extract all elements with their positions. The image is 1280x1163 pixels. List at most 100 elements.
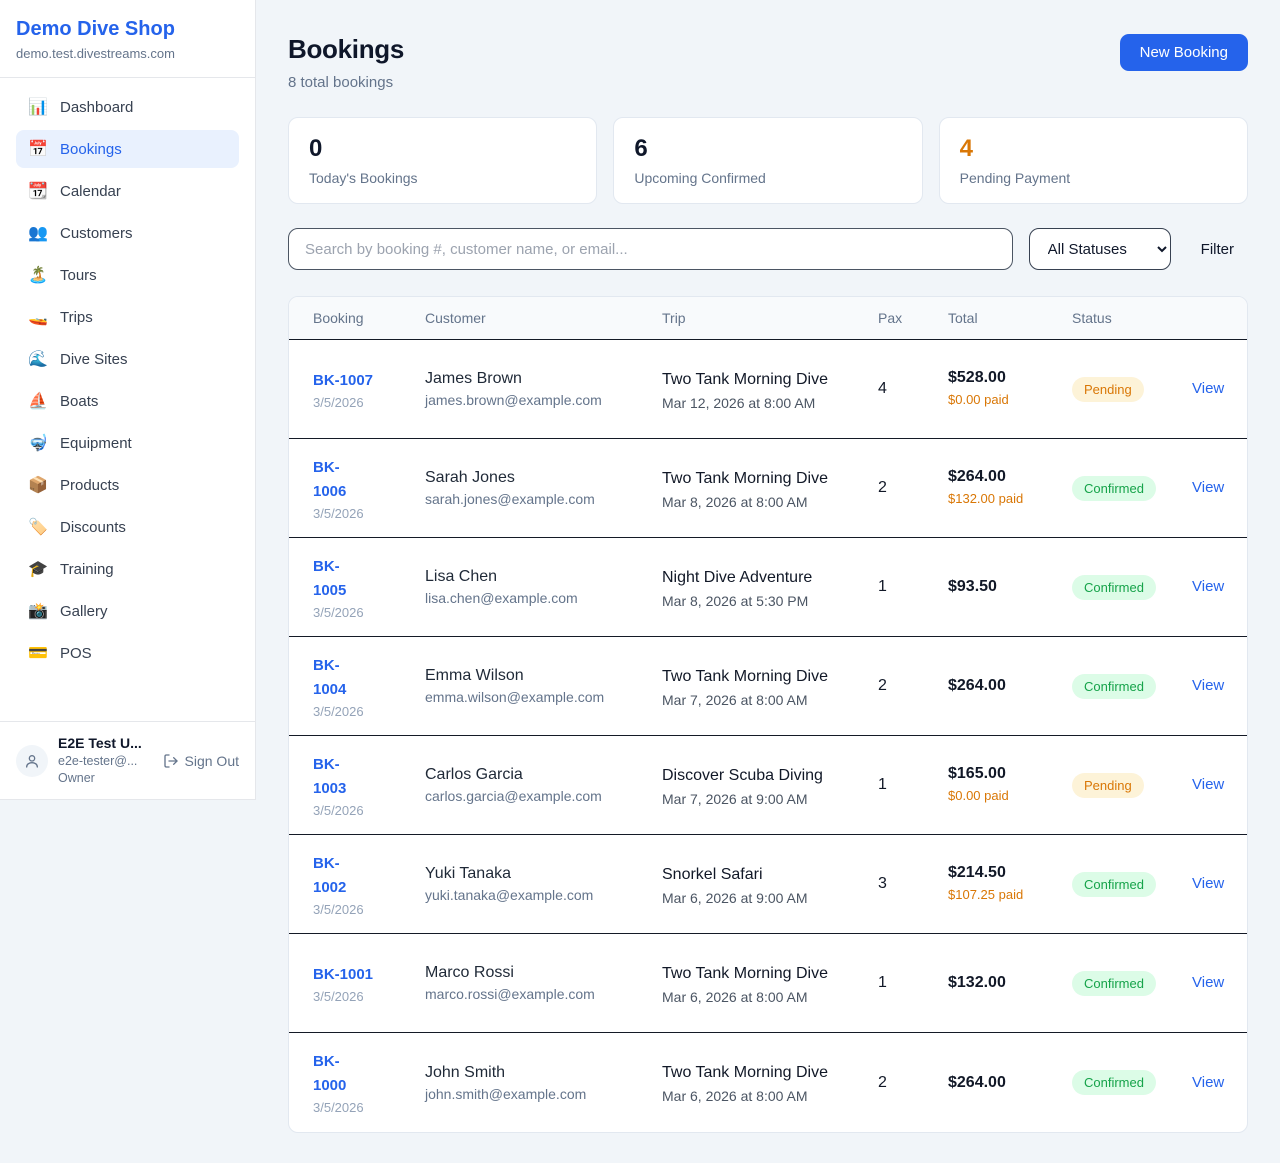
sign-out-button[interactable]: Sign Out (163, 753, 239, 769)
sidebar-item-calendar[interactable]: 📆 Calendar (16, 172, 239, 210)
shop-name: Demo Dive Shop (16, 18, 239, 41)
booking-date: 3/5/2026 (313, 989, 401, 1004)
search-input[interactable] (288, 228, 1013, 270)
customer-cell: James Brown james.brown@example.com (401, 356, 638, 422)
pax-count: 1 (854, 960, 924, 1006)
booking-number-link[interactable]: BK- 1004 (313, 654, 401, 702)
status-badge: Confirmed (1072, 674, 1156, 699)
customer-email: emma.wilson@example.com (425, 689, 638, 705)
column-header: Status (1048, 297, 1168, 339)
view-link[interactable]: View (1192, 578, 1224, 595)
view-link[interactable]: View (1192, 776, 1224, 793)
sidebar-item-products[interactable]: 📦 Products (16, 466, 239, 504)
booking-cell: BK-1007 3/5/2026 (289, 355, 401, 424)
total-amount: $264.00 (948, 468, 1048, 486)
sidebar-item-bookings[interactable]: 📅 Bookings (16, 130, 239, 168)
sidebar-item-label: Products (60, 477, 119, 494)
booking-date: 3/5/2026 (313, 1100, 401, 1115)
booking-number-link[interactable]: BK- 1005 (313, 555, 401, 603)
status-filter-select[interactable]: All Statuses (1029, 228, 1171, 270)
total-cell: $264.00 (924, 663, 1048, 709)
credit-card-icon: 💳 (28, 643, 48, 663)
view-link[interactable]: View (1192, 677, 1224, 694)
booking-number-link[interactable]: BK- 1003 (313, 753, 401, 801)
trip-datetime: Mar 6, 2026 at 8:00 AM (662, 1088, 854, 1104)
sidebar-item-dive-sites[interactable]: 🌊 Dive Sites (16, 340, 239, 378)
total-cell: $264.00 (924, 1060, 1048, 1106)
tag-icon: 🏷️ (28, 517, 48, 537)
graduation-cap-icon: 🎓 (28, 559, 48, 579)
booking-date: 3/5/2026 (313, 605, 401, 620)
view-link[interactable]: View (1192, 875, 1224, 892)
trip-cell: Two Tank Morning Dive Mar 6, 2026 at 8:0… (638, 948, 854, 1019)
booking-number-link[interactable]: BK- 1002 (313, 852, 401, 900)
view-link[interactable]: View (1192, 380, 1224, 397)
sidebar-item-discounts[interactable]: 🏷️ Discounts (16, 508, 239, 546)
customer-cell: Yuki Tanaka yuki.tanaka@example.com (401, 851, 638, 917)
booking-cell: BK- 1002 3/5/2026 (289, 838, 401, 931)
stat-card: 6 Upcoming Confirmed (613, 117, 922, 204)
stat-value: 4 (960, 135, 1227, 163)
sidebar-item-label: Equipment (60, 435, 132, 452)
sidebar-item-tours[interactable]: 🏝️ Tours (16, 256, 239, 294)
user-info: E2E Test U... e2e-tester@... Owner (58, 734, 142, 787)
customer-name: Marco Rossi (425, 964, 638, 982)
trip-datetime: Mar 7, 2026 at 9:00 AM (662, 791, 854, 807)
sidebar-item-dashboard[interactable]: 📊 Dashboard (16, 88, 239, 126)
stat-card: 0 Today's Bookings (288, 117, 597, 204)
customer-name: Carlos Garcia (425, 766, 638, 784)
booking-number-link[interactable]: BK-1001 (313, 963, 401, 987)
sidebar-item-label: Gallery (60, 603, 108, 620)
pax-count: 3 (854, 861, 924, 907)
filter-row: All Statuses Filter (288, 228, 1248, 270)
total-amount: $264.00 (948, 1074, 1048, 1092)
bookings-table: Booking Customer Trip Pax Total Status (288, 296, 1248, 1133)
sidebar-item-gallery[interactable]: 📸 Gallery (16, 592, 239, 630)
column-header-actions (1168, 297, 1247, 339)
table-body: BK-1007 3/5/2026 James Brown james.brown… (289, 340, 1247, 1132)
page-header: Bookings 8 total bookings New Booking (288, 34, 1248, 91)
trip-cell: Snorkel Safari Mar 6, 2026 at 9:00 AM (638, 849, 854, 920)
trip-name: Two Tank Morning Dive (662, 1061, 854, 1085)
sign-out-label: Sign Out (185, 753, 239, 769)
trip-datetime: Mar 7, 2026 at 8:00 AM (662, 692, 854, 708)
table-row: BK- 1004 3/5/2026 Emma Wilson emma.wilso… (289, 637, 1247, 736)
trip-cell: Discover Scuba Diving Mar 7, 2026 at 9:0… (638, 750, 854, 821)
view-link[interactable]: View (1192, 1074, 1224, 1091)
new-booking-button[interactable]: New Booking (1120, 34, 1248, 71)
sidebar-item-trips[interactable]: 🚤 Trips (16, 298, 239, 336)
table-row: BK-1001 3/5/2026 Marco Rossi marco.rossi… (289, 934, 1247, 1033)
booking-number-link[interactable]: BK-1007 (313, 369, 401, 393)
booking-number-link[interactable]: BK- 1000 (313, 1050, 401, 1098)
filter-button[interactable]: Filter (1187, 241, 1248, 258)
view-link[interactable]: View (1192, 974, 1224, 991)
paid-amount: $0.00 paid (948, 787, 1048, 805)
paid-amount: $107.25 paid (948, 886, 1048, 904)
view-link[interactable]: View (1192, 479, 1224, 496)
sailboat-icon: ⛵ (28, 391, 48, 411)
customer-email: marco.rossi@example.com (425, 986, 638, 1002)
total-cell: $528.00 $0.00 paid (924, 355, 1048, 423)
customer-cell: Carlos Garcia carlos.garcia@example.com (401, 752, 638, 818)
total-amount: $165.00 (948, 765, 1048, 783)
sidebar-item-training[interactable]: 🎓 Training (16, 550, 239, 588)
table-row: BK- 1002 3/5/2026 Yuki Tanaka yuki.tanak… (289, 835, 1247, 934)
booking-date: 3/5/2026 (313, 803, 401, 818)
page-title: Bookings (288, 34, 404, 65)
column-header: Trip (638, 297, 854, 339)
trip-datetime: Mar 6, 2026 at 9:00 AM (662, 890, 854, 906)
stat-label: Today's Bookings (309, 170, 576, 186)
sidebar-item-equipment[interactable]: 🤿 Equipment (16, 424, 239, 462)
camera-icon: 📸 (28, 601, 48, 621)
sidebar-item-label: Training (60, 561, 114, 578)
sidebar-item-customers[interactable]: 👥 Customers (16, 214, 239, 252)
customer-cell: Sarah Jones sarah.jones@example.com (401, 455, 638, 521)
status-badge: Confirmed (1072, 476, 1156, 501)
sidebar-item-boats[interactable]: ⛵ Boats (16, 382, 239, 420)
trip-name: Snorkel Safari (662, 863, 854, 887)
app-root: Demo Dive Shop demo.test.divestreams.com… (0, 0, 1280, 1163)
booking-cell: BK- 1003 3/5/2026 (289, 739, 401, 832)
sidebar-item-pos[interactable]: 💳 POS (16, 634, 239, 672)
pax-count: 2 (854, 1060, 924, 1106)
booking-number-link[interactable]: BK- 1006 (313, 456, 401, 504)
